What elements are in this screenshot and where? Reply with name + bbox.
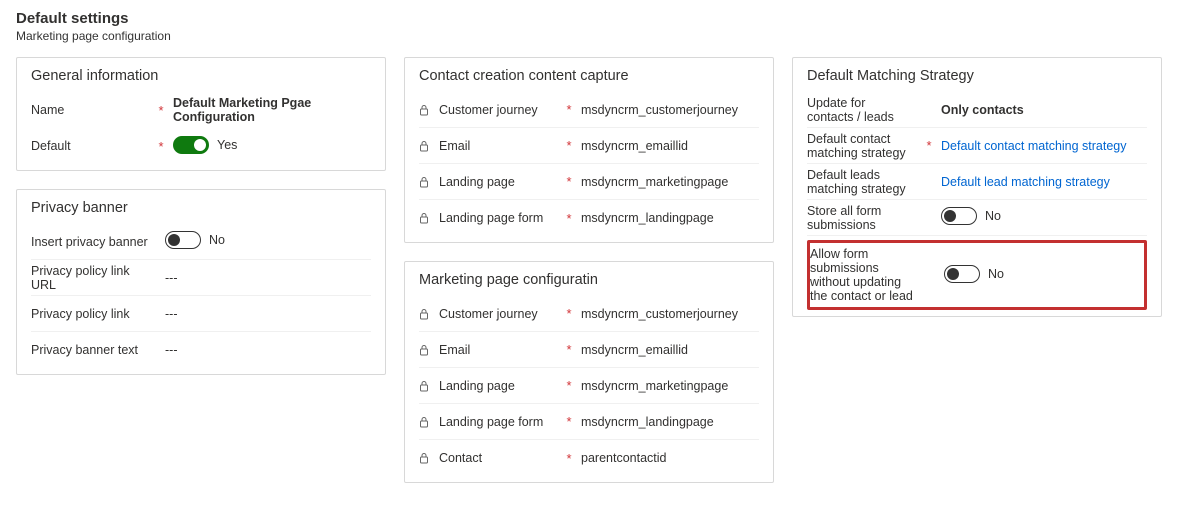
insert-privacy-toggle[interactable]: No xyxy=(165,231,225,249)
marketing-page-config-title: Marketing page configuratin xyxy=(419,272,759,288)
cc-landing-form-row: Landing page form * msdyncrm_landingpage xyxy=(419,200,759,236)
lock-icon xyxy=(419,308,433,320)
allow-form-submissions-toggle[interactable]: No xyxy=(944,265,1004,283)
privacy-text-value[interactable]: --- xyxy=(165,343,371,357)
cc-customer-journey-label: Customer journey xyxy=(439,103,557,117)
default-contact-strategy-link[interactable]: Default contact matching strategy xyxy=(941,139,1147,153)
privacy-banner-title: Privacy banner xyxy=(31,200,371,216)
cc-customer-journey-value[interactable]: msdyncrm_customerjourney xyxy=(581,103,759,117)
required-icon: * xyxy=(923,138,935,153)
default-toggle-label: Yes xyxy=(217,138,237,152)
privacy-banner-card: Privacy banner Insert privacy banner No … xyxy=(16,189,386,375)
mpc-contact-row: Contact * parentcontactid xyxy=(419,440,759,476)
matching-strategy-card: Default Matching Strategy Update for con… xyxy=(792,57,1162,317)
default-label: Default xyxy=(31,139,149,153)
mpc-contact-label: Contact xyxy=(439,451,557,465)
mpc-email-row: Email * msdyncrm_emaillid xyxy=(419,332,759,368)
name-row: Name * Default Marketing Pgae Configurat… xyxy=(31,92,371,128)
mpc-landing-page-label: Landing page xyxy=(439,379,557,393)
name-label: Name xyxy=(31,103,149,117)
insert-privacy-label: Insert privacy banner xyxy=(31,235,159,249)
lock-icon xyxy=(419,104,433,116)
page-subtitle: Marketing page configuration xyxy=(16,29,1184,43)
general-information-title: General information xyxy=(31,68,371,84)
default-lead-strategy-label: Default leads matching strategy xyxy=(807,168,917,196)
marketing-page-config-card: Marketing page configuratin Customer jou… xyxy=(404,261,774,483)
required-icon: * xyxy=(563,102,575,117)
insert-privacy-row: Insert privacy banner No xyxy=(31,224,371,260)
default-contact-strategy-label: Default contact matching strategy xyxy=(807,132,917,160)
cc-email-value[interactable]: msdyncrm_emaillid xyxy=(581,139,759,153)
privacy-link-row: Privacy policy link --- xyxy=(31,296,371,332)
privacy-text-row: Privacy banner text --- xyxy=(31,332,371,368)
privacy-url-value[interactable]: --- xyxy=(165,271,371,285)
cc-landing-form-label: Landing page form xyxy=(439,211,557,225)
allow-form-submissions-toggle-label: No xyxy=(988,267,1004,281)
mpc-email-value[interactable]: msdyncrm_emaillid xyxy=(581,343,759,357)
default-toggle[interactable]: Yes xyxy=(173,136,237,154)
mpc-email-label: Email xyxy=(439,343,557,357)
lock-icon xyxy=(419,212,433,224)
privacy-url-label: Privacy policy link URL xyxy=(31,264,159,292)
required-icon: * xyxy=(563,138,575,153)
privacy-link-label: Privacy policy link xyxy=(31,307,159,321)
lock-icon xyxy=(419,416,433,428)
store-submissions-toggle-label: No xyxy=(985,209,1001,223)
matching-strategy-title: Default Matching Strategy xyxy=(807,68,1147,84)
general-information-card: General information Name * Default Marke… xyxy=(16,57,386,171)
allow-form-submissions-label: Allow form submissions without updating … xyxy=(810,247,920,303)
lock-icon xyxy=(419,452,433,464)
required-icon: * xyxy=(563,211,575,226)
mpc-contact-value[interactable]: parentcontactid xyxy=(581,451,759,465)
allow-form-submissions-highlight: Allow form submissions without updating … xyxy=(807,240,1147,310)
default-lead-strategy-row: Default leads matching strategy Default … xyxy=(807,164,1147,200)
default-contact-strategy-row: Default contact matching strategy * Defa… xyxy=(807,128,1147,164)
update-contacts-value[interactable]: Only contacts xyxy=(941,103,1147,117)
default-lead-strategy-link[interactable]: Default lead matching strategy xyxy=(941,175,1147,189)
lock-icon xyxy=(419,176,433,188)
update-contacts-row: Update for contacts / leads Only contact… xyxy=(807,92,1147,128)
cc-email-row: Email * msdyncrm_emaillid xyxy=(419,128,759,164)
mpc-landing-form-value[interactable]: msdyncrm_landingpage xyxy=(581,415,759,429)
name-value[interactable]: Default Marketing Pgae Configuration xyxy=(173,96,371,124)
store-submissions-label: Store all form submissions xyxy=(807,204,917,232)
privacy-link-value[interactable]: --- xyxy=(165,307,371,321)
required-icon: * xyxy=(563,451,575,466)
required-icon: * xyxy=(563,174,575,189)
insert-privacy-toggle-label: No xyxy=(209,233,225,247)
required-icon: * xyxy=(563,378,575,393)
mpc-landing-page-row: Landing page * msdyncrm_marketingpage xyxy=(419,368,759,404)
allow-form-submissions-row: Allow form submissions without updating … xyxy=(810,247,1138,303)
lock-icon xyxy=(419,380,433,392)
required-icon: * xyxy=(563,414,575,429)
cc-landing-page-row: Landing page * msdyncrm_marketingpage xyxy=(419,164,759,200)
mpc-customer-journey-label: Customer journey xyxy=(439,307,557,321)
page-title: Default settings xyxy=(16,10,1184,27)
contact-capture-card: Contact creation content capture Custome… xyxy=(404,57,774,243)
mpc-landing-form-row: Landing page form * msdyncrm_landingpage xyxy=(419,404,759,440)
privacy-url-row: Privacy policy link URL --- xyxy=(31,260,371,296)
cc-email-label: Email xyxy=(439,139,557,153)
store-submissions-row: Store all form submissions No xyxy=(807,200,1147,236)
mpc-customer-journey-value[interactable]: msdyncrm_customerjourney xyxy=(581,307,759,321)
default-row: Default * Yes xyxy=(31,128,371,164)
cc-landing-form-value[interactable]: msdyncrm_landingpage xyxy=(581,211,759,225)
required-icon: * xyxy=(155,139,167,154)
cc-landing-page-label: Landing page xyxy=(439,175,557,189)
required-icon: * xyxy=(563,342,575,357)
contact-capture-title: Contact creation content capture xyxy=(419,68,759,84)
cc-landing-page-value[interactable]: msdyncrm_marketingpage xyxy=(581,175,759,189)
privacy-text-label: Privacy banner text xyxy=(31,343,159,357)
lock-icon xyxy=(419,140,433,152)
mpc-landing-page-value[interactable]: msdyncrm_marketingpage xyxy=(581,379,759,393)
store-submissions-toggle[interactable]: No xyxy=(941,207,1001,225)
cc-customer-journey-row: Customer journey * msdyncrm_customerjour… xyxy=(419,92,759,128)
lock-icon xyxy=(419,344,433,356)
mpc-landing-form-label: Landing page form xyxy=(439,415,557,429)
update-contacts-label: Update for contacts / leads xyxy=(807,96,917,124)
required-icon: * xyxy=(563,306,575,321)
required-icon: * xyxy=(155,103,167,118)
mpc-customer-journey-row: Customer journey * msdyncrm_customerjour… xyxy=(419,296,759,332)
